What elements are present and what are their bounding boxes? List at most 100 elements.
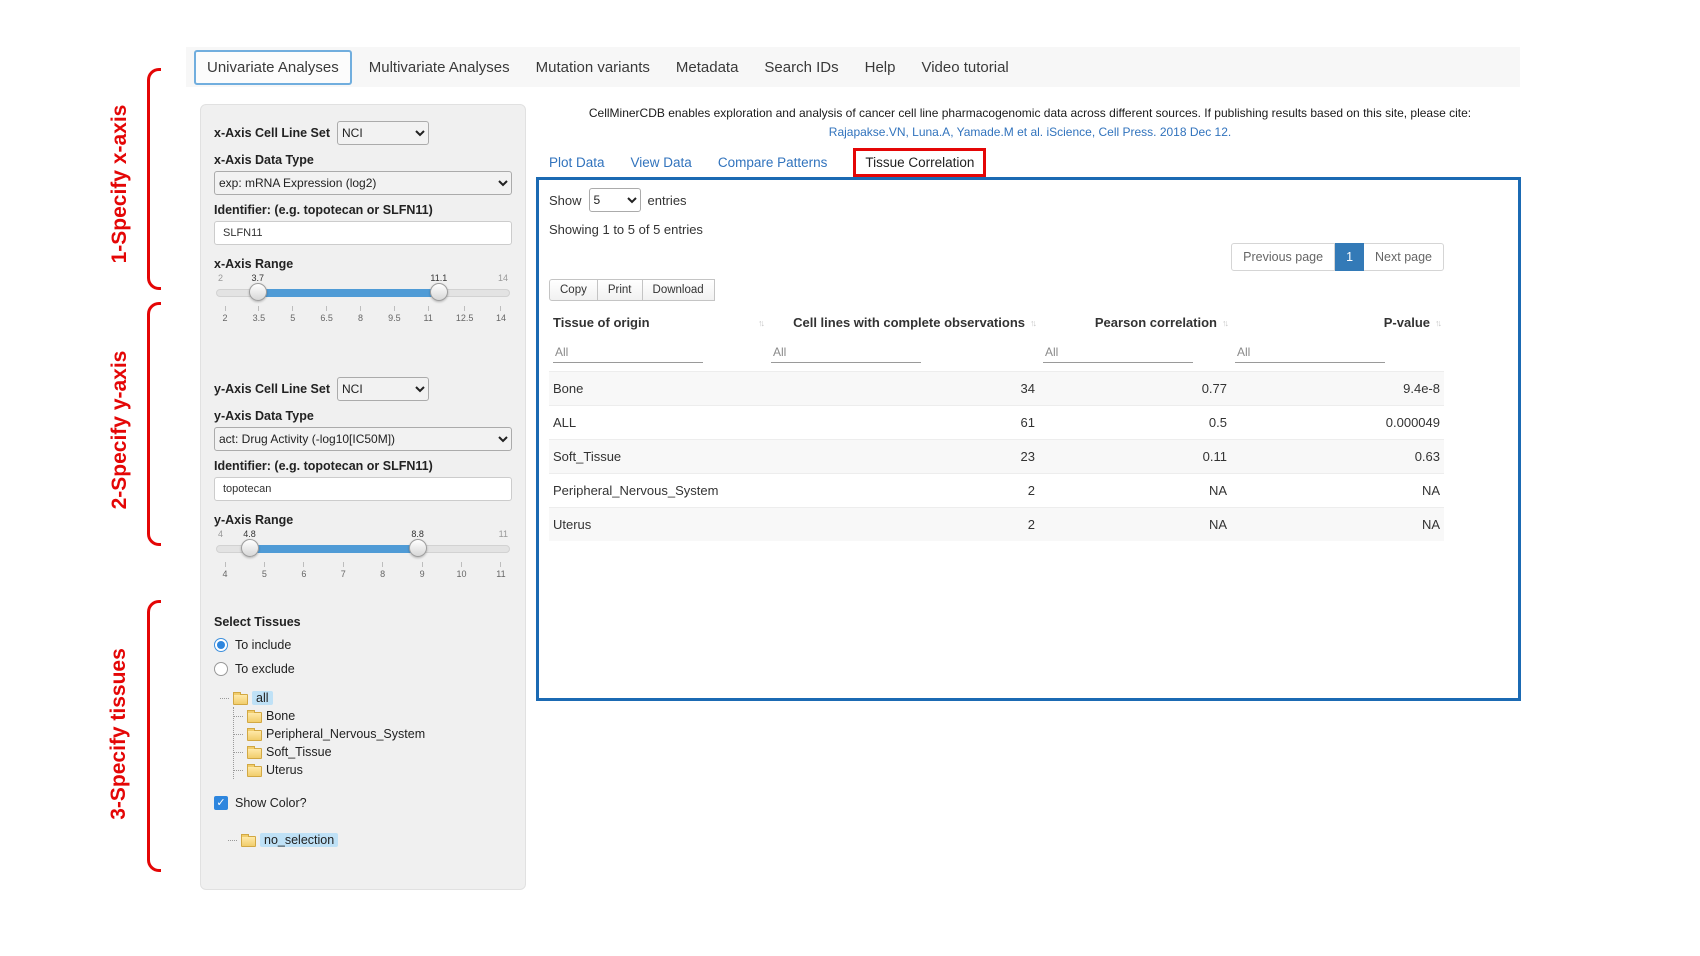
table-row[interactable]: Bone 34 0.77 9.4e-8 xyxy=(549,372,1444,406)
tree-item-label: Bone xyxy=(266,709,295,723)
annotation-step1: 1-Specify x-axis xyxy=(108,74,132,294)
cell-pvalue: 9.4e-8 xyxy=(1231,372,1444,406)
cell-tissue: Peripheral_Nervous_System xyxy=(549,474,767,508)
cell-observations: 2 xyxy=(767,474,1039,508)
x-range-low-value: 3.7 xyxy=(251,273,264,283)
slider-tick: 9 xyxy=(417,562,427,579)
column-filter-input[interactable] xyxy=(771,342,921,363)
exclude-radio[interactable] xyxy=(214,662,228,676)
sort-icon[interactable] xyxy=(1435,318,1440,328)
slider-handle-high[interactable] xyxy=(409,539,427,557)
y-range-max: 11 xyxy=(499,529,508,539)
x-range-min: 2 xyxy=(218,273,223,283)
table-row[interactable]: Soft_Tissue 23 0.11 0.63 xyxy=(549,440,1444,474)
view-tab[interactable]: View Data xyxy=(631,155,692,170)
slider-tick: 4 xyxy=(220,562,230,579)
x-cell-line-set-label: x-Axis Cell Line Set xyxy=(214,126,330,140)
show-color-row[interactable]: ✓ Show Color? xyxy=(214,795,512,811)
show-color-checkbox[interactable]: ✓ xyxy=(214,796,228,810)
tissue-tree: all Bone Peripheral_Nervous_System Soft_… xyxy=(220,689,512,779)
y-identifier-input[interactable] xyxy=(214,477,512,501)
y-range-slider[interactable]: 4 11 4.8 8.8 4 5 6 7 8 9 10 11 xyxy=(216,529,510,585)
slider-tick: 6.5 xyxy=(320,306,333,323)
table-row[interactable]: Peripheral_Nervous_System 2 NA NA xyxy=(549,474,1444,508)
nav-tab[interactable]: Video tutorial xyxy=(908,50,1021,85)
column-filter-input[interactable] xyxy=(1043,342,1193,363)
tree-item-all[interactable]: all xyxy=(220,689,512,707)
tree-item-label: no_selection xyxy=(260,833,338,847)
x-range-slider[interactable]: 2 14 3.7 11.1 2 3.5 5 6.5 8 9.5 11 12.5 xyxy=(216,273,510,329)
next-page-button[interactable]: Next page xyxy=(1364,243,1444,271)
column-header-label: P-value xyxy=(1384,315,1430,330)
y-cell-line-set-label: y-Axis Cell Line Set xyxy=(214,382,330,396)
x-identifier-input[interactable] xyxy=(214,221,512,245)
tree-item-no-selection[interactable]: no_selection xyxy=(228,831,512,849)
tissue-correlation-table: Tissue of origin Cell lines with complet… xyxy=(549,307,1444,541)
column-header[interactable]: P-value xyxy=(1231,307,1444,338)
view-tab[interactable]: Tissue Correlation xyxy=(853,148,986,177)
x-range-max: 14 xyxy=(498,273,508,283)
nav-tab[interactable]: Mutation variants xyxy=(523,50,663,85)
column-filter-input[interactable] xyxy=(553,342,703,363)
exclude-radio-row[interactable]: To exclude xyxy=(214,661,512,677)
table-row[interactable]: ALL 61 0.5 0.000049 xyxy=(549,406,1444,440)
cell-pvalue: NA xyxy=(1231,474,1444,508)
view-tab[interactable]: Plot Data xyxy=(549,155,605,170)
slider-tick: 14 xyxy=(496,306,506,323)
tree-item[interactable]: Soft_Tissue xyxy=(234,743,512,761)
x-data-type-select[interactable]: exp: mRNA Expression (log2) xyxy=(214,171,512,195)
annotation-bracket-2 xyxy=(147,302,161,546)
slider-ticks: 2 3.5 5 6.5 8 9.5 11 12.5 14 xyxy=(220,306,506,323)
sort-icon[interactable] xyxy=(758,318,763,328)
y-cell-line-set-select[interactable]: NCI xyxy=(337,377,429,401)
cell-observations: 34 xyxy=(767,372,1039,406)
column-header-label: Cell lines with complete observations xyxy=(793,315,1025,330)
slider-handle-low[interactable] xyxy=(241,539,259,557)
page-number-button[interactable]: 1 xyxy=(1335,243,1364,271)
y-range-high-value: 8.8 xyxy=(411,529,424,539)
tree-item[interactable]: Bone xyxy=(234,707,512,725)
export-button[interactable]: Download xyxy=(642,279,715,301)
previous-page-button[interactable]: Previous page xyxy=(1231,243,1335,271)
export-button[interactable]: Copy xyxy=(549,279,598,301)
export-button[interactable]: Print xyxy=(597,279,643,301)
nav-tab[interactable]: Metadata xyxy=(663,50,752,85)
x-identifier-label: Identifier: (e.g. topotecan or SLFN11) xyxy=(214,203,512,217)
cell-observations: 23 xyxy=(767,440,1039,474)
cell-pearson: NA xyxy=(1039,508,1231,542)
x-cell-line-set-select[interactable]: NCI xyxy=(337,121,429,145)
view-tab[interactable]: Compare Patterns xyxy=(718,155,828,170)
tree-item[interactable]: Uterus xyxy=(234,761,512,779)
cell-tissue: Soft_Tissue xyxy=(549,440,767,474)
sort-icon[interactable] xyxy=(1222,318,1227,328)
pagination: Previous page 1 Next page xyxy=(549,243,1444,271)
column-header[interactable]: Pearson correlation xyxy=(1039,307,1231,338)
table-row[interactable]: Uterus 2 NA NA xyxy=(549,508,1444,542)
nav-tab[interactable]: Univariate Analyses xyxy=(194,50,352,85)
folder-icon xyxy=(247,748,262,759)
nav-tab[interactable]: Multivariate Analyses xyxy=(356,50,523,85)
nav-tab[interactable]: Search IDs xyxy=(751,50,851,85)
exclude-radio-label: To exclude xyxy=(235,662,295,676)
nav-tab[interactable]: Help xyxy=(852,50,909,85)
citation-link[interactable]: Rajapakse.VN, Luna.A, Yamade.M et al. iS… xyxy=(540,125,1520,139)
include-radio-row[interactable]: To include xyxy=(214,637,512,653)
x-range-label: x-Axis Range xyxy=(214,257,512,271)
slider-tick: 7 xyxy=(338,562,348,579)
column-header[interactable]: Cell lines with complete observations xyxy=(767,307,1039,338)
slider-handle-low[interactable] xyxy=(249,283,267,301)
sort-icon[interactable] xyxy=(1030,318,1035,328)
slider-handle-high[interactable] xyxy=(430,283,448,301)
y-data-type-select[interactable]: act: Drug Activity (-log10[IC50M]) xyxy=(214,427,512,451)
slider-tick: 11 xyxy=(496,562,506,579)
folder-icon xyxy=(233,694,248,705)
tree-item[interactable]: Peripheral_Nervous_System xyxy=(234,725,512,743)
column-header[interactable]: Tissue of origin xyxy=(549,307,767,338)
annotation-step3: 3-Specify tissues xyxy=(107,608,131,860)
show-entries-select[interactable]: 5 xyxy=(589,188,641,212)
tree-item-label: all xyxy=(252,691,273,705)
include-radio[interactable] xyxy=(214,638,228,652)
cell-tissue: Bone xyxy=(549,372,767,406)
column-filter-input[interactable] xyxy=(1235,342,1385,363)
annotation-bracket-1 xyxy=(147,68,161,290)
